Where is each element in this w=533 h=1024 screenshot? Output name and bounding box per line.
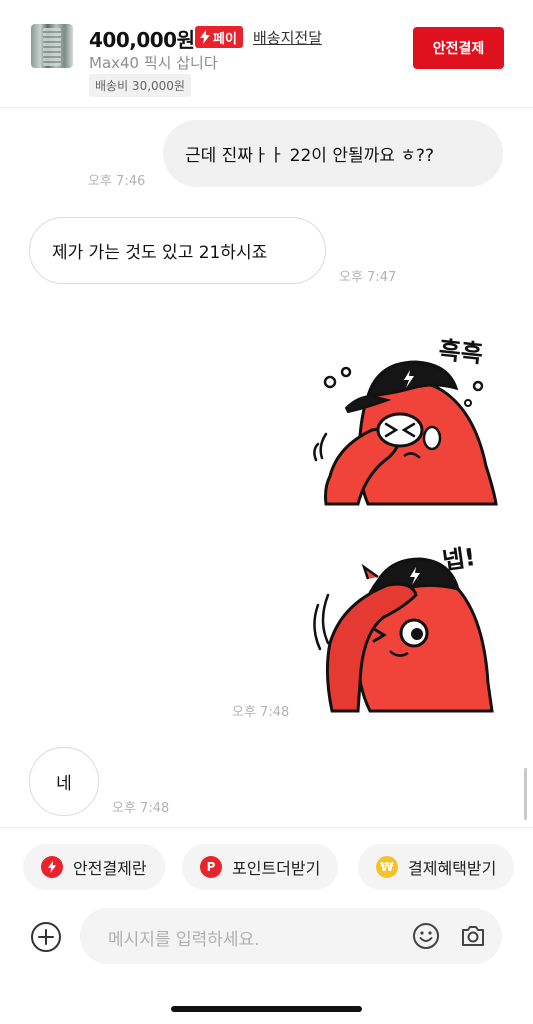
chat-scrollbar[interactable] (524, 768, 527, 820)
sticker-crying[interactable]: 흑흑 (308, 326, 503, 506)
pay-badge: 페이 (195, 26, 243, 48)
lightning-icon (200, 30, 210, 44)
product-price: 400,000원 (89, 28, 195, 52)
plus-icon[interactable] (30, 921, 62, 953)
chip-label: 결제혜택받기 (408, 859, 497, 878)
lightning-icon (41, 856, 63, 878)
won-coin-icon: ₩ (376, 856, 398, 878)
sticker-caption: 흑흑 (437, 336, 484, 368)
message-timestamp: 오후 7:47 (339, 270, 397, 285)
more-points-chip[interactable]: P 포인트더받기 (182, 844, 339, 890)
message-timestamp: 오후 7:48 (232, 705, 290, 720)
chip-label: 안전결제란 (73, 859, 147, 878)
message-timestamp: 오후 7:48 (112, 801, 170, 816)
product-thumbnail[interactable] (31, 24, 73, 68)
chip-label: 포인트더받기 (232, 859, 321, 878)
payment-benefit-chip[interactable]: ₩ 결제혜택받기 (358, 844, 515, 890)
message-bubble-received[interactable]: 네 (29, 747, 99, 816)
shipping-fee-badge: 배송비 30,000원 (89, 74, 191, 97)
product-title: Max40 픽시 삽니다 (89, 54, 218, 72)
product-header: 400,000원 페이 배송지전달 Max40 픽시 삽니다 배송비 30,00… (0, 0, 533, 108)
message-input-placeholder: 메시지를 입력하세요. (108, 930, 260, 950)
quick-action-bar: 안전결제란 P 포인트더받기 ₩ 결제혜택받기 (0, 827, 533, 905)
safe-pay-button[interactable]: 안전결제 (413, 27, 504, 69)
safe-pay-info-chip[interactable]: 안전결제란 (23, 844, 165, 890)
message-text: 네 (56, 774, 72, 794)
shipping-direct-link[interactable]: 배송지전달 (253, 27, 322, 48)
message-timestamp: 오후 7:46 (88, 174, 146, 189)
message-bubble-sent[interactable]: 근데 진짜ㅏㅏ 22이 안될까요 ㅎ?? (163, 120, 503, 187)
message-text: 근데 진짜ㅏㅏ 22이 안될까요 ㅎ?? (185, 146, 434, 166)
message-text: 제가 가는 것도 있고 21하시죠 (52, 243, 268, 263)
emoji-icon[interactable] (412, 922, 440, 950)
point-p-icon: P (200, 856, 222, 878)
sticker-salute[interactable]: 넵! (308, 533, 503, 713)
pay-badge-label: 페이 (213, 31, 237, 47)
camera-icon[interactable] (459, 922, 487, 950)
message-bubble-received[interactable]: 제가 가는 것도 있고 21하시죠 (29, 217, 326, 284)
home-indicator (171, 1006, 362, 1012)
